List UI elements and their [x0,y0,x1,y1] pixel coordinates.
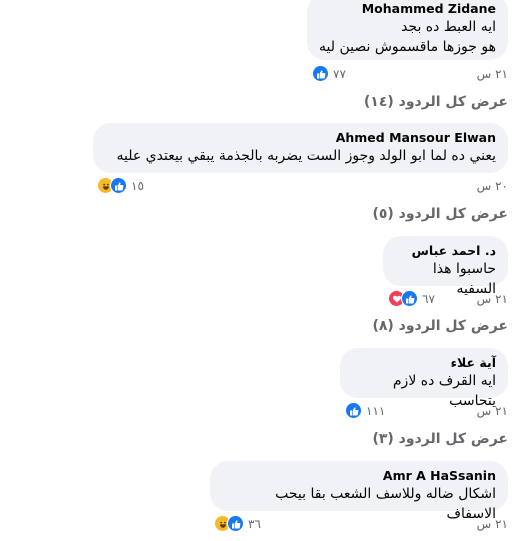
reaction-count: ١٥ [131,178,144,193]
comment-1: Mohammed Zidane ايه العبط ده بجد هو جوزه… [307,0,508,60]
comment-text: يعني ده لما ابو الولد وجوز الست يضربه با… [116,148,497,164]
view-replies-link[interactable]: عرض كل الردود (٥) [372,206,508,222]
comment-time[interactable]: ٢١ س [477,292,508,306]
comment-bubble: Amr A HaSsanin اشكال ضاله وللاسف الشعب ب… [210,461,508,522]
comment-bubble: آية علاء ايه القرف ده لازم يتحاسب [340,348,508,409]
reaction-count: ٦٧ [422,291,435,306]
like-icon [345,402,362,419]
comment-time[interactable]: ٢١ س [477,404,508,418]
comment-text: هو جوزها ماقسموش نصين ليه [319,39,496,55]
comment-author[interactable]: آية علاء [352,355,496,371]
comment-text: ايه العبط ده بجد [401,19,496,35]
comment-time[interactable]: ٢١ س [477,517,508,531]
comment-time[interactable]: ٢٠ س [477,179,508,193]
reaction-summary[interactable]: ٦٧ [388,290,435,307]
reaction-count: ٧٧ [333,66,346,81]
comment-author[interactable]: د. احمد عباس [395,243,496,259]
comment-5: Amr A HaSsanin اشكال ضاله وللاسف الشعب ب… [210,461,508,522]
comment-author[interactable]: Amr A HaSsanin [222,468,496,484]
reaction-count: ٣٦ [248,516,261,531]
comment-author[interactable]: Ahmed Mansour Elwan [105,130,496,146]
like-icon [312,65,329,82]
comment-3: د. احمد عباس حاسبوا هذا السفيه [383,236,508,297]
reaction-summary[interactable]: ٧٧ [312,65,346,82]
like-icon [227,515,244,532]
comment-4: آية علاء ايه القرف ده لازم يتحاسب [340,348,508,409]
reaction-summary[interactable]: ٣٦ [214,515,261,532]
comment-bubble: Ahmed Mansour Elwan يعني ده لما ابو الول… [93,123,508,173]
view-replies-link[interactable]: عرض كل الردود (٨) [372,318,508,334]
like-icon [401,290,418,307]
comment-author[interactable]: Mohammed Zidane [319,1,496,17]
like-icon [110,177,127,194]
comment-bubble: Mohammed Zidane ايه العبط ده بجد هو جوزه… [307,0,508,60]
view-replies-link[interactable]: عرض كل الردود (١٤) [364,94,508,110]
comment-2: Ahmed Mansour Elwan يعني ده لما ابو الول… [93,123,508,173]
reaction-count: ١١١ [366,403,386,418]
reaction-summary[interactable]: ١٥ [97,177,144,194]
view-replies-link[interactable]: عرض كل الردود (٣) [372,431,508,447]
comment-bubble: د. احمد عباس حاسبوا هذا السفيه [383,236,508,297]
reaction-summary[interactable]: ١١١ [345,402,385,419]
comment-time[interactable]: ٢١ س [477,67,508,81]
comment-text: اشكال ضاله وللاسف الشعب بقا بيحب الاسفاف [275,486,496,522]
